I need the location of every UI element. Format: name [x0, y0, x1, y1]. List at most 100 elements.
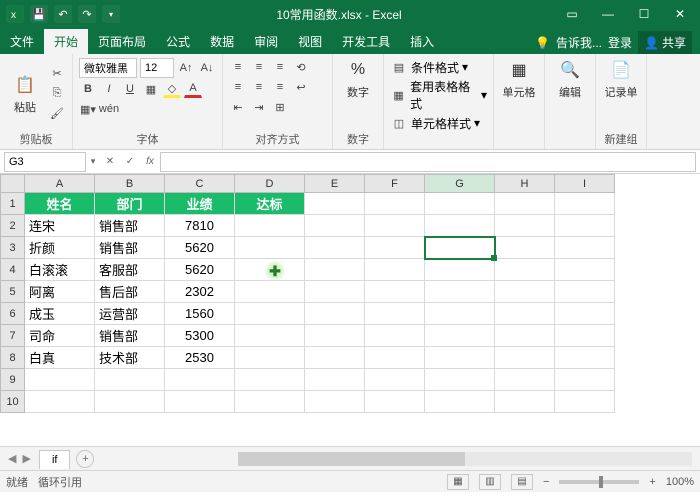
name-box[interactable]: G3: [4, 152, 86, 172]
row-header-10[interactable]: 10: [1, 391, 25, 413]
cell-B5[interactable]: 售后部: [95, 281, 165, 303]
cell-B3[interactable]: 销售部: [95, 237, 165, 259]
row-header-8[interactable]: 8: [1, 347, 25, 369]
cell-F2[interactable]: [365, 215, 425, 237]
cell-B8[interactable]: 技术部: [95, 347, 165, 369]
cell-H5[interactable]: [495, 281, 555, 303]
orientation-icon[interactable]: ⟲: [292, 58, 310, 76]
col-header-F[interactable]: F: [365, 175, 425, 193]
align-middle-icon[interactable]: ≡: [250, 58, 268, 76]
cell-H10[interactable]: [495, 391, 555, 413]
cell-I9[interactable]: [555, 369, 615, 391]
cell-C10[interactable]: [165, 391, 235, 413]
row-header-3[interactable]: 3: [1, 237, 25, 259]
tab-layout[interactable]: 页面布局: [88, 29, 156, 54]
row-header-7[interactable]: 7: [1, 325, 25, 347]
cancel-icon[interactable]: ✕: [100, 156, 120, 167]
cell-E6[interactable]: [305, 303, 365, 325]
cell-G3[interactable]: [425, 237, 495, 259]
cell-F10[interactable]: [365, 391, 425, 413]
zoom-in-icon[interactable]: +: [649, 476, 655, 488]
cell-G9[interactable]: [425, 369, 495, 391]
decrease-indent-icon[interactable]: ⇤: [229, 98, 247, 116]
row-header-6[interactable]: 6: [1, 303, 25, 325]
cell-D2[interactable]: [235, 215, 305, 237]
tab-insert[interactable]: 插入: [400, 29, 444, 54]
cell-I6[interactable]: [555, 303, 615, 325]
cell-E9[interactable]: [305, 369, 365, 391]
col-header-D[interactable]: D: [235, 175, 305, 193]
cell-I5[interactable]: [555, 281, 615, 303]
col-header-C[interactable]: C: [165, 175, 235, 193]
new-sheet-icon[interactable]: +: [76, 450, 94, 468]
cell-D9[interactable]: [235, 369, 305, 391]
cell-A6[interactable]: 成玉: [25, 303, 95, 325]
cell-A5[interactable]: 阿离: [25, 281, 95, 303]
zoom-slider[interactable]: [559, 480, 639, 484]
cell-E3[interactable]: [305, 237, 365, 259]
cell-H1[interactable]: [495, 193, 555, 215]
format-painter-icon[interactable]: 🖌: [48, 105, 66, 123]
row-header-5[interactable]: 5: [1, 281, 25, 303]
row-header-4[interactable]: 4: [1, 259, 25, 281]
cell-I10[interactable]: [555, 391, 615, 413]
cell-G7[interactable]: [425, 325, 495, 347]
normal-view-icon[interactable]: ▦: [447, 474, 469, 490]
cell-A2[interactable]: 连宋: [25, 215, 95, 237]
zoom-out-icon[interactable]: −: [543, 476, 549, 488]
cell-C6[interactable]: 1560: [165, 303, 235, 325]
borders-dropdown-icon[interactable]: ▦▾: [79, 100, 97, 118]
cell-A8[interactable]: 白真: [25, 347, 95, 369]
cell-B10[interactable]: [95, 391, 165, 413]
cell-E10[interactable]: [305, 391, 365, 413]
record-button[interactable]: 📄记录单: [602, 58, 640, 100]
cell-A1[interactable]: 姓名: [25, 193, 95, 215]
cell-A3[interactable]: 折颜: [25, 237, 95, 259]
tab-data[interactable]: 数据: [200, 29, 244, 54]
cell-C3[interactable]: 5620: [165, 237, 235, 259]
cell-B2[interactable]: 销售部: [95, 215, 165, 237]
cell-H7[interactable]: [495, 325, 555, 347]
align-right-icon[interactable]: ≡: [271, 78, 289, 96]
align-center-icon[interactable]: ≡: [250, 78, 268, 96]
cell-B4[interactable]: 客服部: [95, 259, 165, 281]
cell-H9[interactable]: [495, 369, 555, 391]
cell-C5[interactable]: 2302: [165, 281, 235, 303]
cut-icon[interactable]: ✂: [48, 65, 66, 83]
tab-home[interactable]: 开始: [44, 29, 88, 54]
name-box-dropdown-icon[interactable]: ▾: [86, 156, 100, 167]
cell-A4[interactable]: 白滚滚: [25, 259, 95, 281]
increase-indent-icon[interactable]: ⇥: [250, 98, 268, 116]
cell-E5[interactable]: [305, 281, 365, 303]
paste-button[interactable]: 📋粘贴: [6, 58, 44, 129]
sheet-nav-next-icon[interactable]: ▶: [22, 452, 30, 465]
cell-G5[interactable]: [425, 281, 495, 303]
cell-I8[interactable]: [555, 347, 615, 369]
fill-color-icon[interactable]: ◇: [163, 80, 181, 98]
cell-C1[interactable]: 业绩: [165, 193, 235, 215]
cell-F7[interactable]: [365, 325, 425, 347]
cell-H6[interactable]: [495, 303, 555, 325]
tab-view[interactable]: 视图: [288, 29, 332, 54]
cell-I4[interactable]: [555, 259, 615, 281]
qat-dropdown-icon[interactable]: ▾: [102, 5, 120, 23]
cell-D4[interactable]: [235, 259, 305, 281]
horizontal-scrollbar[interactable]: [238, 452, 692, 466]
cell-C4[interactable]: 5620: [165, 259, 235, 281]
border-icon[interactable]: ▦: [142, 80, 160, 98]
cell-H4[interactable]: [495, 259, 555, 281]
worksheet-grid[interactable]: ABCDEFGHI1姓名部门业绩达标2连宋销售部78103折颜销售部56204白…: [0, 174, 700, 446]
cell-E2[interactable]: [305, 215, 365, 237]
col-header-G[interactable]: G: [425, 175, 495, 193]
cell-I2[interactable]: [555, 215, 615, 237]
sheet-nav-prev-icon[interactable]: ◀: [8, 452, 16, 465]
cell-H2[interactable]: [495, 215, 555, 237]
cell-D10[interactable]: [235, 391, 305, 413]
font-name-select[interactable]: 微软雅黑: [79, 58, 137, 78]
align-left-icon[interactable]: ≡: [229, 78, 247, 96]
align-top-icon[interactable]: ≡: [229, 58, 247, 76]
cell-C7[interactable]: 5300: [165, 325, 235, 347]
copy-icon[interactable]: ⎘: [48, 85, 66, 103]
cell-F9[interactable]: [365, 369, 425, 391]
formula-bar[interactable]: [160, 152, 696, 172]
